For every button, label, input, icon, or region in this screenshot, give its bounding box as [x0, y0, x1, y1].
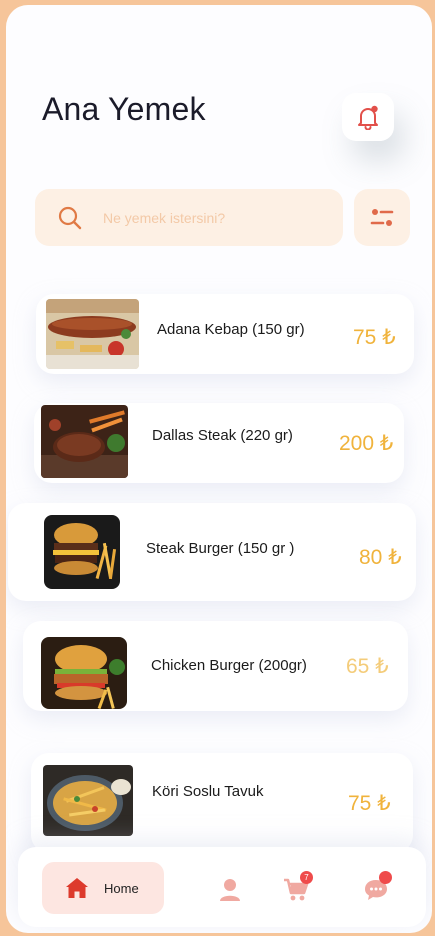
menu-item-card[interactable]: Chicken Burger (200gr) 65 ₺: [23, 621, 408, 711]
search-bar[interactable]: [35, 189, 343, 246]
menu-item-price: 200 ₺: [339, 432, 394, 455]
nav-home-tab[interactable]: Home: [42, 862, 164, 914]
filter-icon: [370, 208, 394, 226]
page-title: Ana Yemek: [42, 91, 206, 127]
nav-chat[interactable]: [363, 871, 392, 905]
bottom-nav: Home 7: [18, 847, 426, 927]
menu-item-card[interactable]: Dallas Steak (220 gr) 200 ₺: [34, 403, 404, 483]
food-image-steak-burger: [44, 515, 120, 589]
home-icon: [66, 878, 88, 898]
chat-notification-dot: [379, 871, 392, 884]
food-image-adana-kebap: [46, 299, 139, 369]
search-icon: [58, 206, 82, 229]
menu-item-price: 75 ₺: [348, 792, 391, 815]
menu-item-name: Köri Soslu Tavuk: [152, 783, 264, 800]
food-image-kori-soslu-tavuk: [43, 765, 133, 836]
bell-icon: [358, 105, 378, 130]
search-input[interactable]: [103, 209, 323, 226]
nav-home-label: Home: [104, 880, 139, 896]
filter-button[interactable]: [354, 189, 410, 246]
menu-item-price: 80 ₺: [359, 546, 402, 569]
menu-item-name: Steak Burger (150 gr ): [146, 540, 295, 557]
menu-item-card[interactable]: Adana Kebap (150 gr) 75 ₺: [36, 294, 414, 374]
menu-item-name: Dallas Steak (220 gr): [152, 427, 293, 444]
menu-item-card[interactable]: Steak Burger (150 gr ) 80 ₺: [8, 503, 416, 601]
menu-item-name: Adana Kebap (150 gr): [157, 321, 305, 338]
food-image-dallas-steak: [41, 405, 128, 478]
app-screen: Ana Yemek Ne yemek istersini? Adana Keba…: [6, 5, 432, 933]
menu-item-card[interactable]: Köri Soslu Tavuk 75 ₺: [31, 753, 413, 853]
food-image-chicken-burger: [41, 637, 127, 709]
notifications-button[interactable]: [342, 93, 394, 141]
menu-item-name: Chicken Burger (200gr): [151, 657, 307, 674]
menu-item-price: 65 ₺: [346, 655, 389, 678]
cart-badge: 7: [300, 871, 313, 884]
nav-cart[interactable]: 7: [282, 871, 313, 903]
profile-icon[interactable]: [218, 877, 242, 903]
menu-item-price: 75 ₺: [353, 326, 396, 349]
